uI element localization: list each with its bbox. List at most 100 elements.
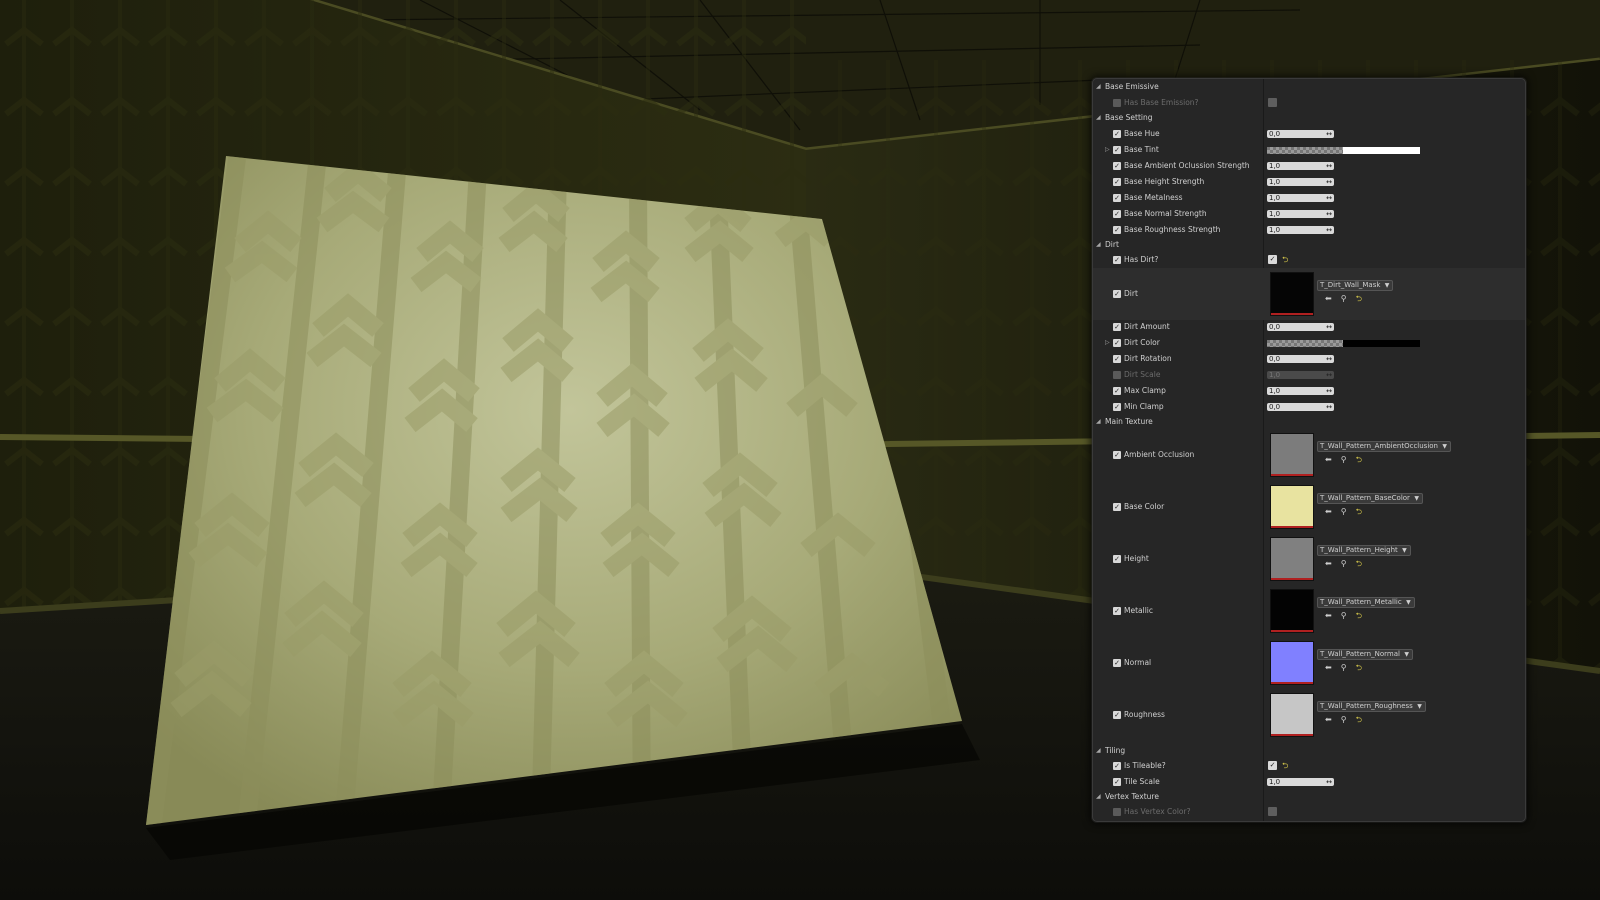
- texture-thumbnail[interactable]: [1270, 589, 1314, 633]
- property-row-metallic: ✓ Metallic T_Wall_Pattern_Metallic ▼ ⬅ ⚲ ⮌: [1093, 585, 1525, 637]
- reset-arrow-icon[interactable]: ⮌: [1356, 715, 1362, 724]
- reset-arrow-icon[interactable]: ⮌: [1356, 559, 1362, 568]
- override-checkbox[interactable]: ✓: [1113, 178, 1121, 186]
- magnifier-icon[interactable]: ⚲: [1341, 715, 1347, 724]
- override-checkbox[interactable]: ✓: [1113, 194, 1121, 202]
- override-checkbox[interactable]: ✓: [1113, 659, 1121, 667]
- override-checkbox[interactable]: ✓: [1113, 339, 1121, 347]
- override-checkbox[interactable]: ✓: [1113, 210, 1121, 218]
- number-field[interactable]: 1,0 ↔: [1267, 178, 1334, 186]
- number-field[interactable]: 1,0 ↔: [1267, 162, 1334, 170]
- asset-picker-combo[interactable]: T_Wall_Pattern_Normal ▼: [1317, 649, 1413, 660]
- override-checkbox[interactable]: ✓: [1113, 762, 1121, 770]
- number-field[interactable]: 1,0 ↔: [1267, 226, 1334, 234]
- override-checkbox[interactable]: ✓: [1113, 371, 1121, 379]
- magnifier-icon[interactable]: ⚲: [1341, 559, 1347, 568]
- collapse-triangle-icon[interactable]: ◢: [1096, 82, 1101, 92]
- override-checkbox[interactable]: ✓: [1113, 451, 1121, 459]
- override-checkbox[interactable]: ✓: [1113, 256, 1121, 264]
- override-checkbox[interactable]: ✓: [1113, 290, 1121, 298]
- override-checkbox[interactable]: ✓: [1113, 130, 1121, 138]
- texture-thumbnail[interactable]: [1270, 537, 1314, 581]
- reset-arrow-icon[interactable]: ⮌: [1356, 294, 1362, 303]
- browse-arrow-icon[interactable]: ⬅: [1325, 715, 1332, 724]
- number-field[interactable]: 1,0 ↔: [1267, 194, 1334, 202]
- color-swatch[interactable]: [1267, 147, 1420, 154]
- texture-thumbnail[interactable]: [1270, 641, 1314, 685]
- bool-value-checkbox[interactable]: ✓: [1268, 761, 1277, 770]
- collapse-triangle-icon[interactable]: ◢: [1096, 792, 1101, 802]
- override-checkbox[interactable]: ✓: [1113, 555, 1121, 563]
- category-tiling[interactable]: ◢ Tiling: [1093, 746, 1525, 756]
- magnifier-icon[interactable]: ⚲: [1341, 611, 1347, 620]
- bool-value-checkbox[interactable]: ✓: [1268, 807, 1277, 816]
- override-checkbox[interactable]: ✓: [1113, 503, 1121, 511]
- collapse-triangle-icon[interactable]: ◢: [1096, 746, 1101, 756]
- number-field[interactable]: 0,0 ↔: [1267, 355, 1334, 363]
- reset-arrow-icon[interactable]: ⮌: [1356, 611, 1362, 620]
- expand-triangle-icon[interactable]: ▷: [1105, 338, 1110, 348]
- collapse-triangle-icon[interactable]: ◢: [1096, 417, 1101, 427]
- override-checkbox[interactable]: ✓: [1113, 162, 1121, 170]
- number-field[interactable]: 0,0 ↔: [1267, 323, 1334, 331]
- category-base-setting[interactable]: ◢ Base Setting: [1093, 113, 1525, 123]
- override-checkbox[interactable]: ✓: [1113, 323, 1121, 331]
- property-label: Min Clamp: [1124, 402, 1164, 411]
- browse-arrow-icon[interactable]: ⬅: [1325, 663, 1332, 672]
- override-checkbox[interactable]: ✓: [1113, 711, 1121, 719]
- color-swatch[interactable]: [1267, 340, 1420, 347]
- browse-arrow-icon[interactable]: ⬅: [1325, 611, 1332, 620]
- browse-arrow-icon[interactable]: ⬅: [1325, 455, 1332, 464]
- property-label: Base Normal Strength: [1124, 209, 1207, 218]
- property-row-max-clamp: ✓ Max Clamp 1,0 ↔: [1093, 385, 1525, 397]
- override-checkbox[interactable]: ✓: [1113, 99, 1121, 107]
- reset-arrow-icon[interactable]: ⮌: [1282, 761, 1288, 770]
- number-field[interactable]: 1,0 ↔: [1267, 387, 1334, 395]
- number-field[interactable]: 1,0 ↔: [1267, 371, 1334, 379]
- bool-value-checkbox[interactable]: ✓: [1268, 255, 1277, 264]
- category-dirt[interactable]: ◢ Dirt: [1093, 240, 1525, 250]
- texture-thumbnail[interactable]: [1270, 693, 1314, 737]
- texture-thumbnail[interactable]: [1270, 433, 1314, 477]
- asset-picker-combo[interactable]: T_Wall_Pattern_Metallic ▼: [1317, 597, 1415, 608]
- reset-arrow-icon[interactable]: ⮌: [1356, 507, 1362, 516]
- override-checkbox[interactable]: ✓: [1113, 387, 1121, 395]
- reset-arrow-icon[interactable]: ⮌: [1356, 455, 1362, 464]
- override-checkbox[interactable]: ✓: [1113, 226, 1121, 234]
- browse-arrow-icon[interactable]: ⬅: [1325, 507, 1332, 516]
- category-vertex-texture[interactable]: ◢ Vertex Texture: [1093, 792, 1525, 802]
- magnifier-icon[interactable]: ⚲: [1341, 663, 1347, 672]
- number-field[interactable]: 1,0 ↔: [1267, 210, 1334, 218]
- chevron-down-icon: ▼: [1417, 703, 1422, 710]
- override-checkbox[interactable]: ✓: [1113, 403, 1121, 411]
- asset-picker-combo[interactable]: T_Wall_Pattern_Roughness ▼: [1317, 701, 1426, 712]
- asset-picker-combo[interactable]: T_Wall_Pattern_BaseColor ▼: [1317, 493, 1423, 504]
- number-field[interactable]: 0,0 ↔: [1267, 403, 1334, 411]
- reset-arrow-icon[interactable]: ⮌: [1282, 255, 1288, 264]
- texture-thumbnail[interactable]: [1270, 272, 1314, 316]
- asset-picker-combo[interactable]: T_Wall_Pattern_Height ▼: [1317, 545, 1411, 556]
- override-checkbox[interactable]: ✓: [1113, 146, 1121, 154]
- reset-arrow-icon[interactable]: ⮌: [1356, 663, 1362, 672]
- collapse-triangle-icon[interactable]: ◢: [1096, 113, 1101, 123]
- override-checkbox[interactable]: ✓: [1113, 808, 1121, 816]
- magnifier-icon[interactable]: ⚲: [1341, 294, 1347, 303]
- browse-arrow-icon[interactable]: ⬅: [1325, 559, 1332, 568]
- category-base-emissive[interactable]: ◢ Base Emissive: [1093, 82, 1525, 92]
- category-main-texture[interactable]: ◢ Main Texture: [1093, 417, 1525, 427]
- texture-thumbnail[interactable]: [1270, 485, 1314, 529]
- override-checkbox[interactable]: ✓: [1113, 607, 1121, 615]
- collapse-triangle-icon[interactable]: ◢: [1096, 240, 1101, 250]
- override-checkbox[interactable]: ✓: [1113, 778, 1121, 786]
- override-checkbox[interactable]: ✓: [1113, 355, 1121, 363]
- property-row-has-vertex-color: ✓ Has Vertex Color? ✓: [1093, 806, 1525, 818]
- asset-picker-combo[interactable]: T_Dirt_Wall_Mask ▼: [1317, 280, 1394, 291]
- expand-triangle-icon[interactable]: ▷: [1105, 145, 1110, 155]
- magnifier-icon[interactable]: ⚲: [1341, 455, 1347, 464]
- bool-value-checkbox[interactable]: ✓: [1268, 98, 1277, 107]
- number-field[interactable]: 0,0 ↔: [1267, 130, 1334, 138]
- asset-picker-combo[interactable]: T_Wall_Pattern_AmbientOcclusion ▼: [1317, 441, 1451, 452]
- magnifier-icon[interactable]: ⚲: [1341, 507, 1347, 516]
- browse-arrow-icon[interactable]: ⬅: [1325, 294, 1332, 303]
- number-field[interactable]: 1,0 ↔: [1267, 778, 1334, 786]
